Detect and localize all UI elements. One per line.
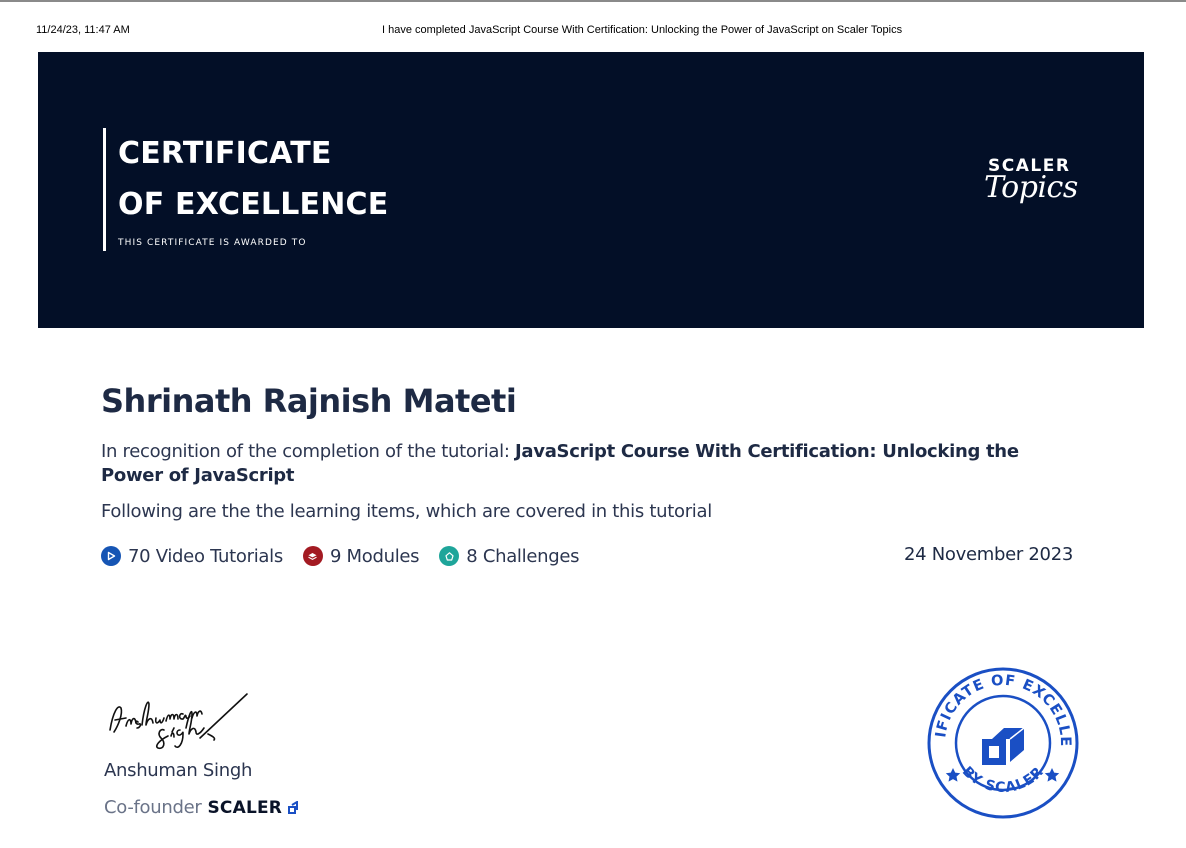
certificate-title-line1: CERTIFICATE [118,136,332,171]
scaler-logo-icon [288,800,299,814]
stat-challenges: 8 Challenges [439,545,580,567]
learning-stats: 70 Video Tutorials 9 Modules 8 Challenge… [101,544,599,568]
challenge-icon [439,546,460,566]
banner-accent-bar [103,128,106,251]
certificate-title-line2: OF EXCELLENCE [118,187,389,222]
recipient-name: Shrinath Rajnish Mateti [101,382,517,420]
scaler-topics-logo: SCALER Topics [984,156,1078,222]
stat-modules: 9 Modules [302,545,420,567]
signer-title: Co-founder [104,797,202,818]
recognition-text: In recognition of the completion of the … [101,440,1061,488]
stat-video-tutorials: 70 Video Tutorials [101,546,283,567]
certificate-seal: CERTIFICATE OF EXCELLENCE BY SCALER [926,666,1079,819]
layers-icon [302,546,323,566]
play-icon [101,546,121,566]
signer-role: Co-founder SCALER [104,797,300,818]
print-page-title: I have completed JavaScript Course With … [382,24,903,36]
brand-script: Topics [984,170,1078,205]
signature-image [109,693,248,750]
recognition-prefix: In recognition of the completion of the … [101,441,516,462]
certificate-banner: CERTIFICATE OF EXCELLENCE THIS CERTIFICA… [38,52,1144,328]
scaler-wordmark: SCALER [207,797,283,818]
print-date: 11/24/23, 11:47 AM [36,24,130,36]
signer-name: Anshuman Singh [104,760,253,781]
stat-label: 9 Modules [329,545,420,567]
certificate-date: 24 November 2023 [904,544,1073,565]
stat-label: 70 Video Tutorials [128,545,283,567]
stat-label: 8 Challenges [466,545,580,567]
page-top-border [0,0,1186,2]
learning-items-intro: Following are the the learning items, wh… [101,501,712,522]
awarded-to-label: THIS CERTIFICATE IS AWARDED TO [118,238,307,248]
